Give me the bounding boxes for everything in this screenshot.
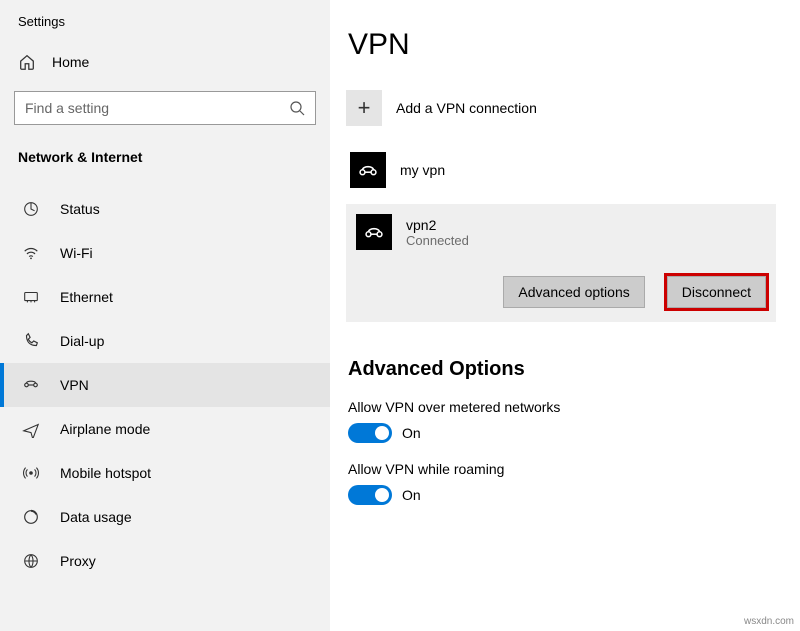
vpn-icon [22, 376, 40, 394]
nav-label: Dial-up [60, 333, 104, 349]
vpn-connection-name: vpn2 [406, 217, 469, 233]
nav-label: Proxy [60, 553, 96, 569]
main-panel: VPN + Add a VPN connection my vpn vpn2 C… [330, 0, 800, 631]
sidebar-home[interactable]: Home [0, 43, 330, 81]
advanced-options-heading: Advanced Options [348, 358, 776, 381]
vpn-connection-name: my vpn [400, 162, 445, 178]
nav-dialup[interactable]: Dial-up [0, 319, 330, 363]
vpn-connection-status: Connected [406, 233, 469, 248]
nav-hotspot[interactable]: Mobile hotspot [0, 451, 330, 495]
category-heading: Network & Internet [0, 139, 330, 187]
airplane-icon [22, 420, 40, 438]
option-label: Allow VPN over metered networks [348, 399, 776, 415]
nav-label: Airplane mode [60, 421, 150, 437]
nav-datausage[interactable]: Data usage [0, 495, 330, 539]
nav-list: Status Wi-Fi Ethernet Dial-up [0, 187, 330, 583]
nav-label: Status [60, 201, 100, 217]
nav-wifi[interactable]: Wi-Fi [0, 231, 330, 275]
status-icon [22, 200, 40, 218]
nav-vpn[interactable]: VPN [0, 363, 330, 407]
home-label: Home [52, 54, 89, 70]
nav-label: VPN [60, 377, 89, 393]
nav-status[interactable]: Status [0, 187, 330, 231]
proxy-icon [22, 552, 40, 570]
nav-label: Mobile hotspot [60, 465, 151, 481]
vpn-connection-icon [356, 214, 392, 250]
option-label: Allow VPN while roaming [348, 461, 776, 477]
toggle-state-label: On [402, 425, 421, 441]
plus-icon: + [346, 90, 382, 126]
disconnect-button[interactable]: Disconnect [667, 276, 766, 308]
wifi-icon [22, 244, 40, 262]
nav-ethernet[interactable]: Ethernet [0, 275, 330, 319]
toggle-metered[interactable] [348, 423, 392, 443]
advanced-options-button[interactable]: Advanced options [503, 276, 644, 308]
nav-label: Wi-Fi [60, 245, 93, 261]
nav-label: Data usage [60, 509, 132, 525]
hotspot-icon [22, 464, 40, 482]
search-input[interactable] [25, 100, 289, 116]
search-icon [289, 100, 305, 116]
sidebar: Settings Home Network & Internet [0, 0, 330, 631]
home-icon [18, 53, 36, 71]
add-vpn-label: Add a VPN connection [396, 100, 537, 116]
toggle-roaming[interactable] [348, 485, 392, 505]
add-vpn-connection[interactable]: + Add a VPN connection [346, 88, 776, 144]
vpn-connection-selected[interactable]: vpn2 Connected Advanced options Disconne… [346, 204, 776, 322]
datausage-icon [22, 508, 40, 526]
option-metered: Allow VPN over metered networks On [348, 399, 776, 443]
page-title: VPN [348, 28, 776, 62]
search-box[interactable] [14, 91, 316, 125]
nav-label: Ethernet [60, 289, 113, 305]
option-roaming: Allow VPN while roaming On [348, 461, 776, 505]
vpn-connection-item[interactable]: my vpn [346, 144, 776, 196]
watermark: wsxdn.com [744, 616, 794, 627]
dialup-icon [22, 332, 40, 350]
nav-proxy[interactable]: Proxy [0, 539, 330, 583]
nav-airplane[interactable]: Airplane mode [0, 407, 330, 451]
vpn-connection-icon [350, 152, 386, 188]
toggle-state-label: On [402, 487, 421, 503]
window-title: Settings [0, 8, 330, 43]
ethernet-icon [22, 288, 40, 306]
